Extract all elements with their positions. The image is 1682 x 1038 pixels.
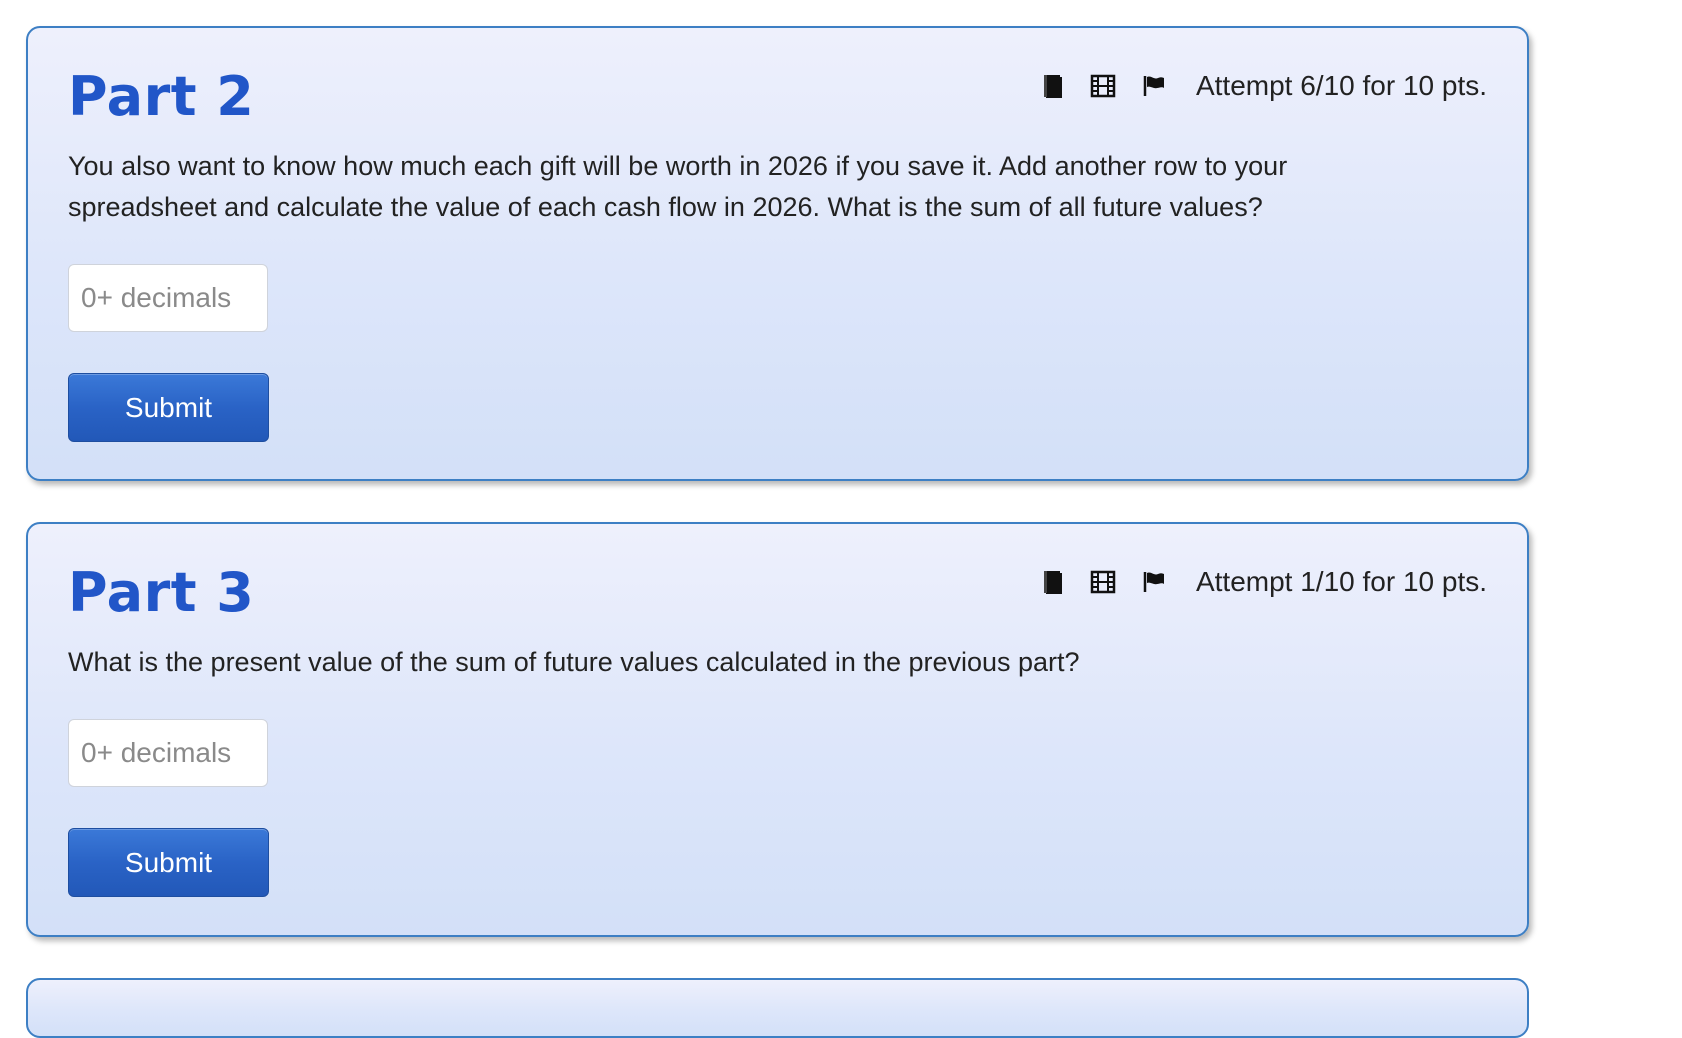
question-toolbar: Attempt 1/10 for 10 pts. — [1037, 564, 1487, 600]
part-title: Part 2 — [68, 65, 255, 128]
answer-input[interactable] — [68, 264, 268, 332]
film-icon[interactable] — [1088, 567, 1118, 597]
question-text: You also want to know how much each gift… — [68, 151, 1288, 222]
question-card-next — [26, 978, 1529, 1038]
submit-button[interactable]: Submit — [68, 828, 269, 897]
flag-icon[interactable] — [1139, 71, 1169, 101]
question-text: What is the present value of the sum of … — [68, 647, 1080, 677]
answer-input[interactable] — [68, 719, 268, 787]
film-icon[interactable] — [1088, 71, 1118, 101]
book-icon[interactable] — [1037, 567, 1067, 597]
question-toolbar: Attempt 6/10 for 10 pts. — [1037, 68, 1487, 104]
question-card-part-3: Part 3 Attempt 1/10 for 10 pts. What is … — [26, 522, 1529, 937]
book-icon[interactable] — [1037, 71, 1067, 101]
part-title: Part 3 — [68, 561, 255, 624]
flag-icon[interactable] — [1139, 567, 1169, 597]
submit-button[interactable]: Submit — [68, 373, 269, 442]
question-card-part-2: Part 2 Attempt 6/10 for 10 pts. You also… — [26, 26, 1529, 481]
attempt-counter: Attempt 6/10 for 10 pts. — [1195, 70, 1487, 101]
attempt-counter: Attempt 1/10 for 10 pts. — [1195, 566, 1487, 597]
